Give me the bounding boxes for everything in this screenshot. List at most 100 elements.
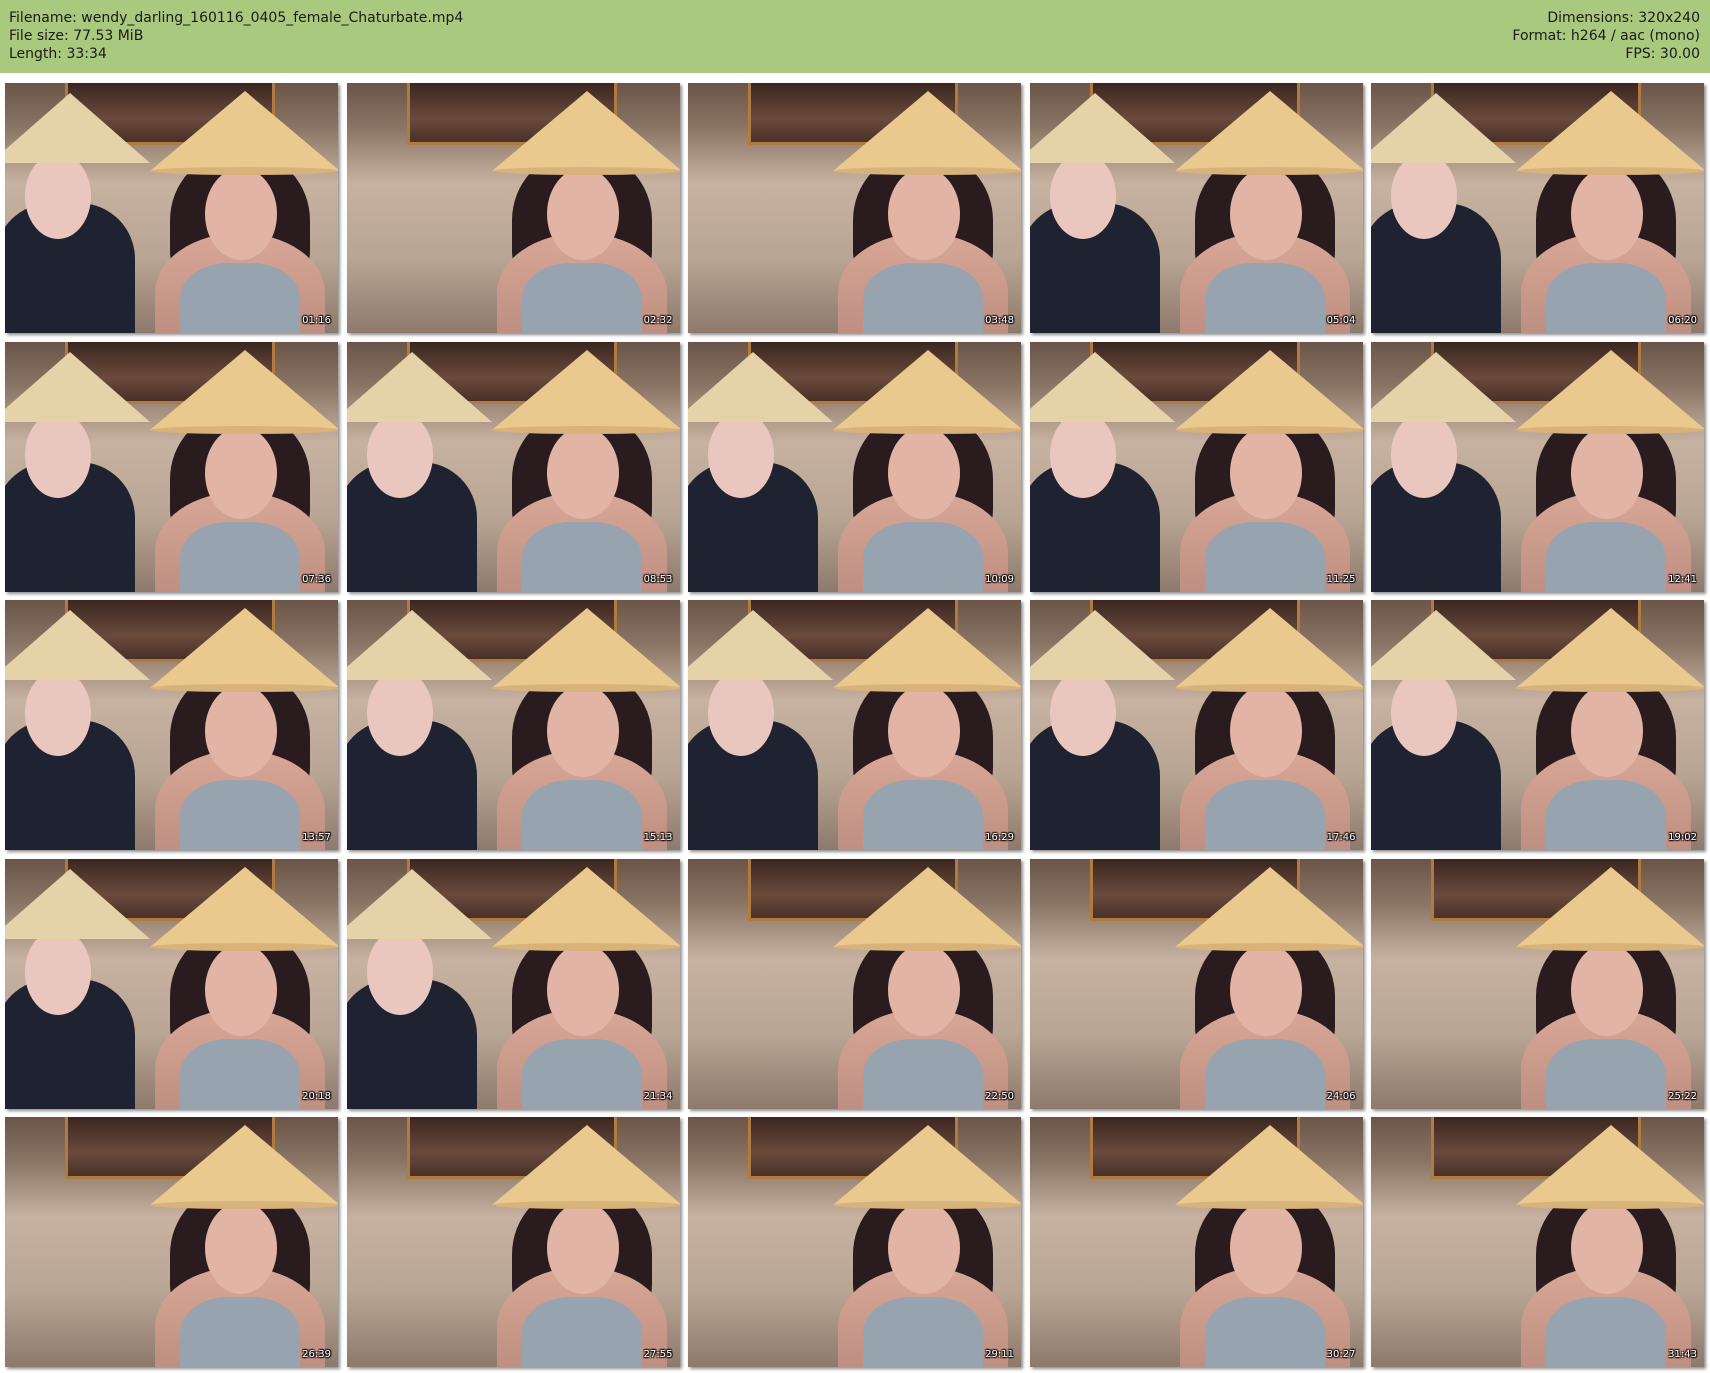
second-person-face	[25, 411, 91, 498]
second-person-face	[366, 411, 433, 498]
thumbnail: 10:09	[688, 341, 1021, 592]
thumbnail: 22:50	[688, 858, 1021, 1109]
second-person-hat	[346, 610, 492, 680]
hat-brim	[1516, 684, 1704, 692]
thumbnail-grid: 01:16 02:32 03:48 05:04 06:20 07:36 08:53 10:09…	[5, 83, 1705, 1368]
conical-hat	[150, 1125, 338, 1205]
thumbnail: 19:02	[1371, 600, 1704, 850]
tank-top	[521, 263, 642, 333]
timestamp-label: 12:41	[1668, 573, 1697, 585]
timestamp-label: 10:09	[985, 573, 1014, 585]
second-person-face	[1391, 153, 1457, 239]
tank-top	[180, 521, 300, 592]
timestamp-label: 05:04	[1326, 315, 1356, 326]
tank-top	[1546, 263, 1666, 333]
second-person-face	[1391, 411, 1457, 498]
conical-hat	[1516, 608, 1704, 688]
face	[888, 426, 960, 519]
conical-hat	[150, 91, 338, 171]
second-person-face	[25, 153, 91, 239]
second-person-hat	[1371, 351, 1516, 422]
timestamp-label: 31:43	[1668, 1349, 1697, 1360]
timestamp-label: 29:11	[985, 1349, 1014, 1360]
conical-hat	[1516, 866, 1704, 947]
face	[1229, 1202, 1302, 1294]
hat-brim	[1174, 684, 1363, 692]
timestamp-label: 13:57	[302, 832, 331, 843]
hat-brim	[150, 425, 338, 434]
length-label: Length: 33:34	[9, 46, 107, 62]
hat-brim	[1174, 167, 1363, 175]
hat-brim	[1516, 942, 1704, 951]
tank-top	[1204, 780, 1325, 850]
file-info: Filename: wendy_darling_160116_0405_fema…	[9, 9, 463, 63]
timestamp-label: 26:39	[302, 1349, 331, 1360]
face	[546, 685, 619, 777]
hat-brim	[491, 684, 680, 692]
thumbnail: 12:41	[1371, 341, 1704, 592]
face	[888, 1202, 960, 1294]
filename-label: Filename: wendy_darling_160116_0405_fema…	[9, 10, 464, 26]
conical-hat	[833, 866, 1021, 947]
conical-hat	[833, 1125, 1021, 1205]
second-person-hat	[688, 351, 833, 422]
face	[1571, 426, 1643, 519]
thumbnail: 27:55	[346, 1117, 680, 1367]
hat-brim	[491, 167, 680, 175]
tank-top	[863, 780, 983, 850]
face	[1229, 168, 1302, 260]
conical-hat	[491, 91, 680, 171]
face	[1229, 943, 1302, 1036]
thumbnail: 21:34	[346, 858, 680, 1109]
second-person-hat	[1371, 610, 1516, 680]
hat-brim	[1516, 167, 1704, 175]
video-info: Dimensions: 320x240 Format: h264 / aac (…	[1512, 9, 1700, 63]
hat-brim	[833, 1201, 1021, 1209]
face	[546, 426, 619, 519]
second-person-hat	[1029, 93, 1175, 163]
tank-top	[180, 1297, 300, 1367]
second-person-face	[366, 670, 433, 756]
face	[205, 943, 277, 1036]
thumbnail: 30:27	[1029, 1117, 1363, 1367]
conical-hat	[1174, 866, 1363, 947]
face	[546, 168, 619, 260]
thumbnail: 06:20	[1371, 83, 1704, 333]
tank-top	[521, 1297, 642, 1367]
timestamp-label: 27:55	[643, 1349, 673, 1360]
face	[546, 1202, 619, 1294]
thumbnail: 01:16	[5, 83, 338, 333]
face	[888, 168, 960, 260]
tank-top	[180, 1038, 300, 1109]
timestamp-label: 11:25	[1326, 573, 1356, 585]
face	[1571, 943, 1643, 1036]
conical-hat	[150, 866, 338, 947]
hat-brim	[1174, 942, 1363, 951]
tank-top	[1204, 1038, 1325, 1109]
conical-hat	[1516, 349, 1704, 430]
tank-top	[521, 521, 642, 592]
thumbnail: 31:43	[1371, 1117, 1704, 1367]
second-person-face	[1391, 670, 1457, 756]
second-person-face	[708, 670, 774, 756]
conical-hat	[491, 608, 680, 688]
hat-brim	[833, 942, 1021, 951]
tank-top	[1546, 521, 1666, 592]
conical-hat	[1516, 1125, 1704, 1205]
hat-brim	[1174, 425, 1363, 434]
conical-hat	[1174, 1125, 1363, 1205]
second-person-hat	[5, 93, 150, 163]
second-person-hat	[688, 610, 833, 680]
conical-hat	[833, 349, 1021, 430]
timestamp-label: 03:48	[985, 315, 1014, 326]
timestamp-label: 16:29	[985, 832, 1014, 843]
face	[1571, 1202, 1643, 1294]
second-person-face	[1049, 153, 1116, 239]
dimensions-label: Dimensions: 320x240	[1547, 10, 1700, 26]
tank-top	[1546, 1038, 1666, 1109]
second-person-hat	[1371, 93, 1516, 163]
second-person-hat	[5, 610, 150, 680]
timestamp-label: 21:34	[643, 1090, 673, 1102]
second-person-hat	[1029, 351, 1175, 422]
hat-brim	[491, 1201, 680, 1209]
